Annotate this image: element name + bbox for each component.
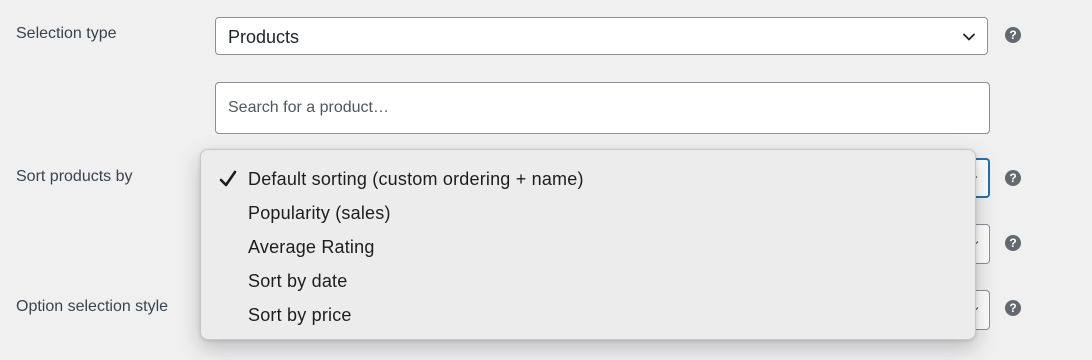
- sort-option-popularity[interactable]: Popularity (sales): [248, 203, 391, 224]
- hidden-field-help-icon[interactable]: ?: [1005, 235, 1021, 251]
- sort-option-rating[interactable]: Average Rating: [248, 237, 375, 258]
- product-search-field[interactable]: [215, 82, 990, 134]
- chevron-down-icon: [963, 33, 975, 41]
- sort-products-help-icon[interactable]: ?: [1005, 170, 1021, 186]
- sort-option-date[interactable]: Sort by date: [248, 271, 347, 292]
- option-selection-style-label: Option selection style: [16, 298, 169, 315]
- checkmark-icon: [219, 170, 237, 187]
- product-search-input[interactable]: [216, 83, 989, 133]
- sort-products-by-label: Sort products by: [16, 168, 133, 185]
- sort-option-default[interactable]: Default sorting (custom ordering + name): [248, 169, 584, 190]
- sort-options-dropdown[interactable]: Default sorting (custom ordering + name)…: [200, 149, 976, 340]
- option-selection-style-help-icon[interactable]: ?: [1005, 300, 1021, 316]
- selection-type-select[interactable]: Products: [215, 17, 988, 55]
- selection-type-help-icon[interactable]: ?: [1005, 27, 1021, 43]
- sort-option-price[interactable]: Sort by price: [248, 305, 352, 326]
- selection-type-value: Products: [228, 27, 300, 47]
- selection-type-label: Selection type: [16, 25, 117, 42]
